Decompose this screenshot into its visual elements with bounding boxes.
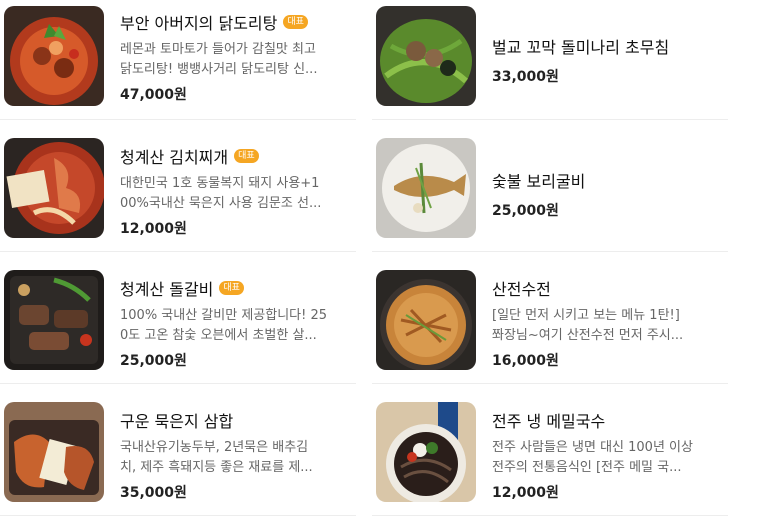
menu-item[interactable]: 구운 묵은지 삼합 국내산유기농두부, 2년묵은 배추김 치, 제주 흑돼지등 … (0, 396, 356, 516)
menu-item-info: 전주 냉 메밀국수 전주 사람들은 냉면 대신 100년 이상 전주의 전통음식… (492, 408, 724, 502)
menu-item-price: 47,000원 (120, 87, 187, 103)
menu-item-title: 청계산 돌갈비 (120, 280, 214, 299)
food-thumbnail (376, 402, 476, 502)
food-thumbnail (376, 270, 476, 370)
menu-item-info: 벌교 꼬막 돌미나리 초무침 33,000원 (492, 34, 724, 86)
signature-badge: 대표 (234, 149, 259, 163)
food-thumbnail (4, 402, 104, 502)
menu-item[interactable]: 숯불 보리굴비 25,000원 (372, 132, 728, 252)
menu-item-info: 산전수전 [일단 먼저 시키고 보는 메뉴 1탄!] 쫘장님~여기 산전수전 먼… (492, 276, 724, 370)
menu-item-title: 부안 아버지의 닭도리탕 (120, 14, 278, 33)
menu-item[interactable]: 청계산 돌갈비 대표 100% 국내산 갈비만 제공합니다! 25 0도 고온 … (0, 264, 356, 384)
menu-item-description: [일단 먼저 시키고 보는 메뉴 1탄!] 쫘장님~여기 산전수전 먼저 주시.… (492, 308, 684, 343)
menu-item-price: 35,000원 (120, 485, 187, 501)
menu-item-info: 청계산 김치찌개 대표 대한민국 1호 동물복지 돼지 사용+1 00%국내산 … (120, 144, 352, 238)
menu-item-title: 산전수전 (492, 280, 551, 299)
menu-item[interactable]: 산전수전 [일단 먼저 시키고 보는 메뉴 1탄!] 쫘장님~여기 산전수전 먼… (372, 264, 728, 384)
menu-item-price: 12,000원 (120, 221, 187, 237)
menu-item-info: 구운 묵은지 삼합 국내산유기농두부, 2년묵은 배추김 치, 제주 흑돼지등 … (120, 408, 352, 502)
menu-item-description: 레몬과 토마토가 들어가 감칠맛 최고 닭도리탕! 뱅뱅사거리 닭도리탕 신..… (120, 42, 318, 77)
menu-item-description: 100% 국내산 갈비만 제공합니다! 25 0도 고온 참숯 오븐에서 초벌한… (120, 308, 328, 343)
menu-item-description: 국내산유기농두부, 2년묵은 배추김 치, 제주 흑돼지등 좋은 재료를 제..… (120, 440, 313, 475)
menu-item[interactable]: 전주 냉 메밀국수 전주 사람들은 냉면 대신 100년 이상 전주의 전통음식… (372, 396, 728, 516)
menu-item-title: 숯불 보리굴비 (492, 172, 586, 191)
menu-item-price: 25,000원 (120, 353, 187, 369)
menu-item[interactable]: 벌교 꼬막 돌미나리 초무침 33,000원 (372, 0, 728, 120)
food-thumbnail (4, 270, 104, 370)
signature-badge: 대표 (283, 15, 308, 29)
menu-item-info: 숯불 보리굴비 25,000원 (492, 168, 724, 220)
menu-item-info: 부안 아버지의 닭도리탕 대표 레몬과 토마토가 들어가 감칠맛 최고 닭도리탕… (120, 10, 352, 104)
menu-item-title: 전주 냉 메밀국수 (492, 412, 606, 431)
menu-item-description: 대한민국 1호 동물복지 돼지 사용+1 00%국내산 묵은지 사용 김문조 선… (120, 176, 322, 211)
food-thumbnail (4, 138, 104, 238)
food-thumbnail (376, 138, 476, 238)
menu-item-price: 16,000원 (492, 353, 559, 369)
menu-item[interactable]: 청계산 김치찌개 대표 대한민국 1호 동물복지 돼지 사용+1 00%국내산 … (0, 132, 356, 252)
menu-item-price: 33,000원 (492, 69, 559, 85)
signature-badge: 대표 (219, 281, 244, 295)
food-thumbnail (4, 6, 104, 106)
menu-item-description: 전주 사람들은 냉면 대신 100년 이상 전주의 전통음식인 [전주 메밀 국… (492, 440, 693, 475)
menu-item-title: 청계산 김치찌개 (120, 148, 229, 167)
menu-item-title: 벌교 꼬막 돌미나리 초무침 (492, 38, 670, 57)
menu-item-info: 청계산 돌갈비 대표 100% 국내산 갈비만 제공합니다! 25 0도 고온 … (120, 276, 352, 370)
menu-item-price: 12,000원 (492, 485, 559, 501)
menu-item-price: 25,000원 (492, 203, 559, 219)
food-thumbnail (376, 6, 476, 106)
menu-item-title: 구운 묵은지 삼합 (120, 412, 234, 431)
menu-item[interactable]: 부안 아버지의 닭도리탕 대표 레몬과 토마토가 들어가 감칠맛 최고 닭도리탕… (0, 0, 356, 120)
